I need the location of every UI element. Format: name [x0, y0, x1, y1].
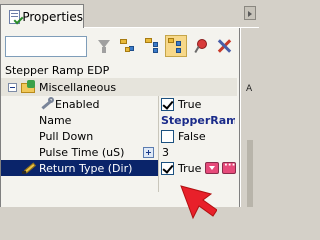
dropdown-button[interactable]	[205, 162, 219, 174]
property-row-pulse-time[interactable]: Pulse Time (uS) 3	[1, 144, 237, 160]
alphabetical-button[interactable]	[141, 35, 163, 57]
filter-icon	[97, 39, 111, 53]
search-input[interactable]	[5, 35, 87, 57]
object-title: Stepper Ramp EDP	[5, 64, 110, 77]
side-scroll-bar[interactable]	[247, 140, 253, 207]
property-value-cell[interactable]: False	[159, 128, 237, 144]
property-name-cell: Pull Down	[1, 128, 158, 144]
property-value: True	[178, 97, 202, 111]
pencil-icon	[21, 160, 37, 176]
property-row-pull-down[interactable]: Pull Down False	[1, 128, 237, 144]
property-value[interactable]: 3	[162, 146, 169, 159]
property-row-return-type[interactable]: Return Type (Dir) True	[1, 160, 237, 176]
property-name: Pulse Time (uS)	[39, 145, 125, 159]
property-name-cell: Pulse Time (uS)	[1, 144, 158, 160]
pin-icon	[193, 38, 207, 54]
property-value: False	[178, 129, 206, 143]
categorized-button[interactable]	[117, 35, 139, 57]
category-label: Miscellaneous	[39, 80, 117, 94]
property-name-cell: Enabled	[1, 96, 158, 112]
expand-icon[interactable]	[143, 146, 154, 158]
filter-button[interactable]	[93, 35, 115, 57]
ellipsis-button[interactable]	[222, 160, 236, 174]
properties-icon	[7, 9, 24, 25]
property-row-name[interactable]: Name StepperRamp...	[1, 112, 237, 128]
pull-down-checkbox[interactable]	[161, 129, 174, 143]
pin-button[interactable]	[189, 35, 211, 57]
property-name: Return Type (Dir)	[39, 161, 133, 175]
tab-properties[interactable]: Properties	[0, 4, 84, 29]
wrench-icon	[39, 96, 55, 112]
column-divider[interactable]	[158, 96, 159, 192]
collapse-icon[interactable]	[8, 82, 17, 92]
property-name: Name	[39, 113, 72, 127]
property-pages-button[interactable]	[165, 35, 187, 57]
property-pages-icon	[168, 38, 184, 54]
properties-panel: Stepper Ramp EDP Miscellaneous Enabled T…	[0, 28, 240, 220]
property-value-cell[interactable]: StepperRamp...	[159, 112, 237, 128]
property-value-cell[interactable]: True	[159, 160, 237, 176]
property-value[interactable]: StepperRamp...	[161, 114, 235, 127]
property-name: Pull Down	[39, 129, 94, 143]
property-row-enabled[interactable]: Enabled True	[1, 96, 237, 112]
side-expand-button[interactable]	[244, 6, 256, 20]
category-row-miscellaneous[interactable]: Miscellaneous	[1, 78, 237, 96]
tools-button[interactable]	[213, 35, 235, 57]
property-name: Enabled	[55, 97, 100, 111]
return-type-checkbox[interactable]	[161, 161, 174, 175]
property-name-cell: Return Type (Dir)	[1, 160, 158, 176]
alphabetical-icon	[144, 38, 160, 54]
enabled-checkbox[interactable]	[161, 97, 174, 111]
tab-strip: Properties	[0, 0, 259, 29]
property-name-cell: Name	[1, 112, 158, 128]
tools-icon	[216, 38, 232, 54]
property-value: True	[178, 161, 202, 175]
tab-label: Properties	[22, 10, 83, 24]
pointer-arrow-icon	[180, 185, 217, 220]
category-icon	[21, 80, 35, 94]
toolbar	[5, 34, 237, 58]
properties-window: Properties Stepper Ramp EDP Miscellaneou…	[0, 0, 259, 220]
property-value-cell[interactable]: True	[159, 96, 237, 112]
categorized-icon	[120, 38, 136, 54]
side-letter: A	[246, 84, 253, 94]
property-value-cell[interactable]: 3	[159, 144, 237, 160]
